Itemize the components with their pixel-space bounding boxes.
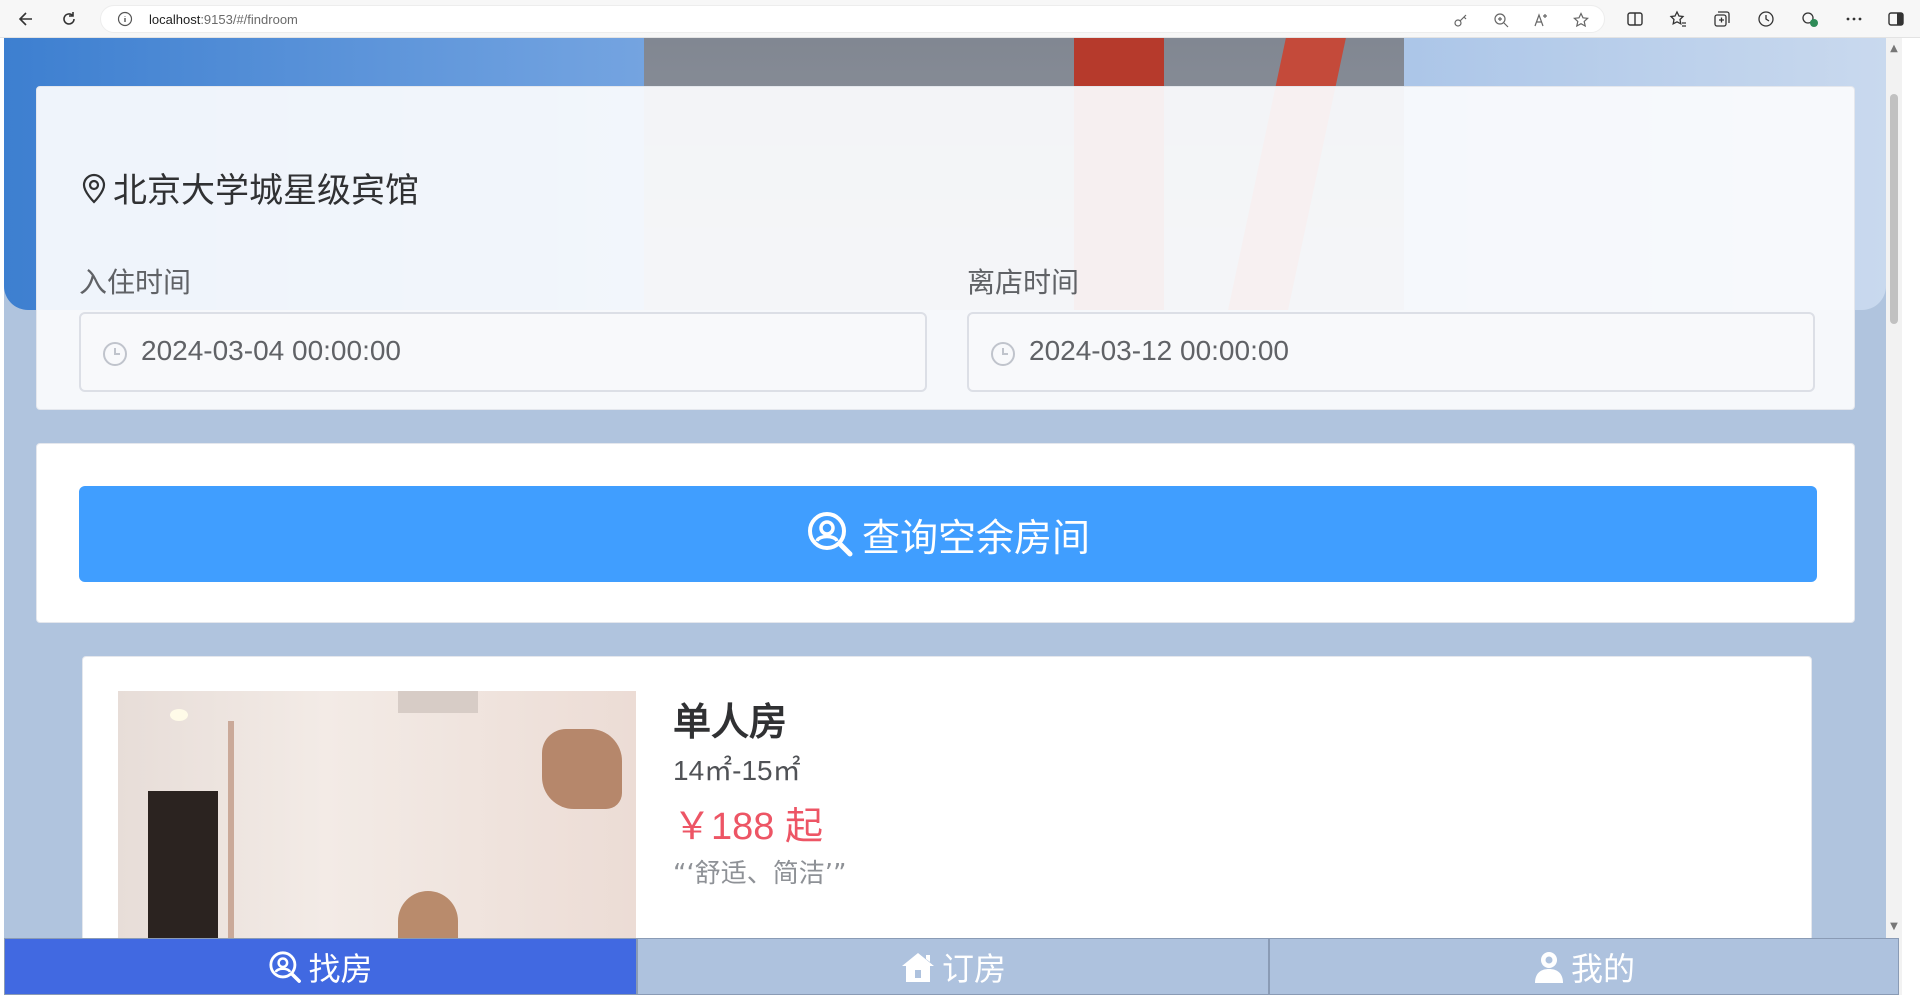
bottom-tab-bar: 找房 订房 我的 [4,938,1899,995]
room-photo-wall-decor [542,729,622,809]
checkin-date-picker[interactable]: 2024-03-04 00:00:00 [79,312,927,392]
tab-label: 订房 [941,949,1006,988]
tab-find-room[interactable]: 找房 [4,938,637,995]
history-icon[interactable] [1756,9,1776,29]
url-path: :9153/#/findroom [200,12,298,27]
location-pin-icon [82,173,106,204]
more-menu-icon[interactable] [1844,9,1864,29]
checkout-date-picker[interactable]: 2024-03-12 00:00:00 [967,312,1815,392]
search-rooms-button[interactable]: 查询空余房间 [79,486,1817,582]
room-name: 单人房 [673,700,788,744]
back-icon[interactable] [14,7,38,31]
scroll-down-arrow[interactable]: ▼ [1889,922,1899,932]
tab-label: 找房 [308,949,373,988]
key-icon[interactable] [1453,12,1469,28]
room-photo-light [170,709,188,721]
room-description: “‘舒适、简洁’” [673,859,847,889]
tab-book-room[interactable]: 订房 [637,938,1269,995]
page-viewport: 北京大学城星级宾馆 入住时间 离店时间 2024-03-04 00:00:00 … [4,38,1886,995]
search-icon [807,512,853,557]
browser-toolbar: localhost:9153/#/findroom [0,0,1920,38]
clock-icon [991,342,1015,366]
room-photo-vent [398,691,478,713]
checkin-label: 入住时间 [79,266,192,299]
tab-mine[interactable]: 我的 [1269,938,1899,995]
search-icon [269,950,302,983]
checkout-label: 离店时间 [967,266,1080,299]
hotel-location: 北京大学城星级宾馆 [79,163,419,212]
split-screen-icon[interactable] [1625,9,1645,29]
favorite-star-icon[interactable] [1573,12,1589,28]
reload-icon[interactable] [57,7,81,31]
room-area: 14㎡-15㎡ [673,755,801,786]
clock-icon [103,342,127,366]
zoom-icon[interactable] [1493,12,1509,28]
scrollbar-thumb[interactable] [1890,94,1898,324]
favorites-icon[interactable] [1668,9,1688,29]
collections-icon[interactable] [1712,9,1732,29]
address-bar[interactable]: localhost:9153/#/findroom [100,5,1605,33]
user-icon [1534,951,1563,983]
hotel-name: 北京大学城星级宾馆 [113,171,419,211]
info-icon[interactable] [117,11,133,27]
search-card: 查询空余房间 [36,443,1855,623]
sidebar-toggle-icon[interactable] [1886,9,1906,29]
home-icon [901,952,934,982]
checkout-date-value: 2024-03-12 00:00:00 [1029,335,1289,366]
read-aloud-icon[interactable] [1533,12,1549,28]
tab-label: 我的 [1570,949,1635,988]
page-scrollbar[interactable]: ▲ ▼ [1886,38,1902,995]
room-price: ￥188 起 [673,806,823,848]
scroll-up-arrow[interactable]: ▲ [1889,44,1899,54]
address-url[interactable]: localhost:9153/#/findroom [149,12,298,27]
date-card: 北京大学城星级宾馆 入住时间 离店时间 2024-03-04 00:00:00 … [36,86,1855,410]
extensions-icon[interactable] [1800,9,1820,29]
checkin-date-value: 2024-03-04 00:00:00 [141,335,401,366]
search-button-label: 查询空余房间 [861,517,1090,560]
url-host: localhost [149,12,201,27]
